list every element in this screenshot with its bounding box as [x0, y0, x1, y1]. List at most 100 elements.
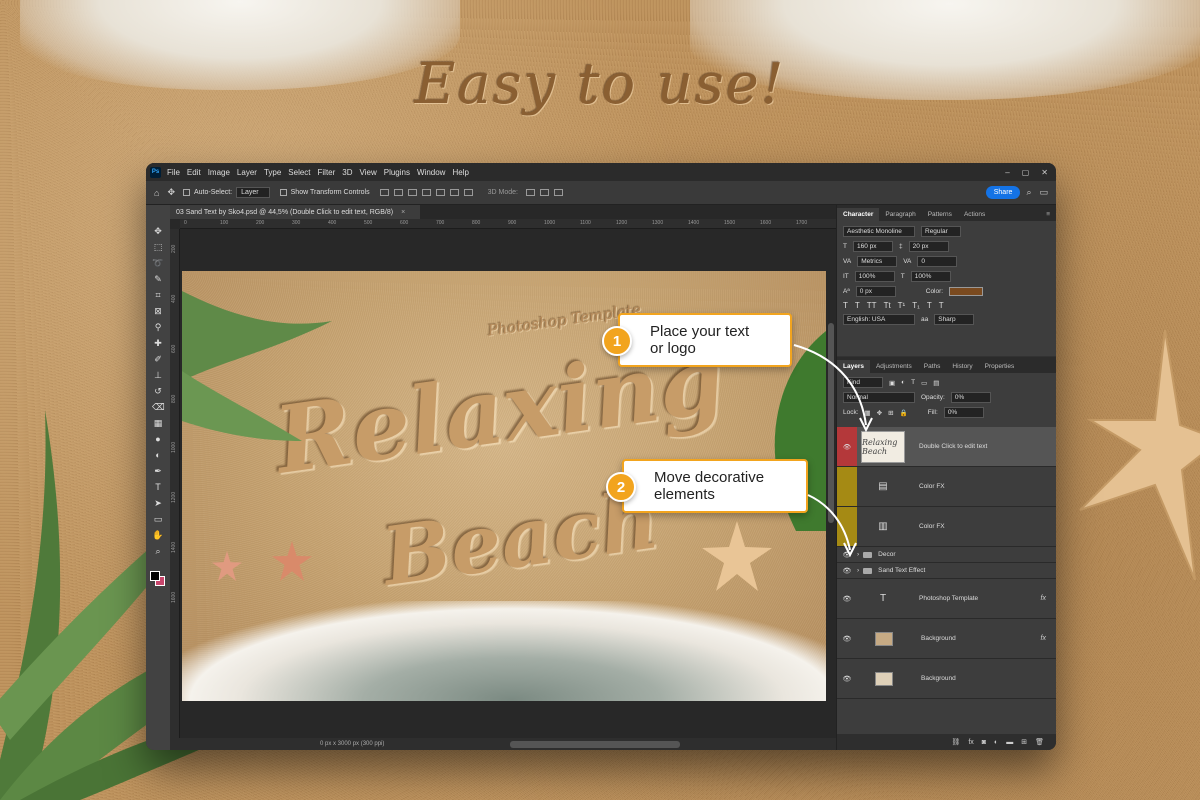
visibility-eye-icon[interactable] [837, 467, 857, 506]
layer-row[interactable]: 👁 T Photoshop Template fx [837, 579, 1056, 619]
menu-file[interactable]: File [167, 168, 180, 177]
filter-shape-icon[interactable]: ▭ [921, 379, 927, 387]
strikethrough-icon[interactable]: T [939, 301, 944, 310]
tab-layers[interactable]: Layers [837, 360, 870, 373]
auto-select-checkbox[interactable] [182, 189, 190, 196]
filter-adjust-icon[interactable]: ◐ [901, 379, 905, 386]
path-select-icon[interactable]: ➤ [152, 497, 164, 509]
lock-position-icon[interactable]: ✥ [877, 409, 882, 417]
healing-brush-icon[interactable]: ✚ [152, 337, 164, 349]
text-color-swatch[interactable] [949, 287, 984, 296]
tab-paths[interactable]: Paths [918, 360, 947, 373]
menu-plugins[interactable]: Plugins [384, 168, 410, 177]
faux-bold-icon[interactable]: T [843, 301, 848, 310]
adjustment-layer-icon[interactable]: ◐ [994, 739, 998, 746]
baseline-field[interactable]: 0 px [855, 286, 896, 297]
fill-field[interactable]: 0% [943, 407, 984, 418]
horizontal-scale-field[interactable]: 100% [910, 271, 951, 282]
layer-group-row[interactable]: 👁 › Sand Text Effect [837, 563, 1056, 579]
history-brush-icon[interactable]: ↺ [152, 385, 164, 397]
small-caps-icon[interactable]: Tt [884, 301, 891, 310]
eraser-icon[interactable]: ⌫ [152, 401, 165, 413]
layer-group-row[interactable]: 👁 › Decor [837, 547, 1056, 563]
leading-field[interactable]: 20 px [908, 241, 949, 252]
filter-smart-icon[interactable]: ▤ [933, 379, 939, 387]
brush-tool-icon[interactable]: ✐ [152, 353, 164, 365]
blend-mode-select[interactable]: Normal [843, 392, 915, 403]
hand-tool-icon[interactable]: ✋ [152, 529, 164, 541]
underline-icon[interactable]: T [927, 301, 932, 310]
layer-row[interactable]: ▤ Color FX [837, 467, 1056, 507]
fx-icon[interactable]: fx [1041, 595, 1046, 602]
chevron-right-icon[interactable]: › [857, 551, 859, 558]
menu-image[interactable]: Image [208, 168, 230, 177]
font-family-select[interactable]: Aesthetic Monoline [843, 226, 915, 237]
workspace-icon[interactable]: ▭ [1039, 187, 1048, 198]
move-tool-icon[interactable]: ✥ [152, 225, 164, 237]
tab-history[interactable]: History [946, 360, 978, 373]
type-tool-icon[interactable]: T [152, 481, 164, 493]
language-select[interactable]: English: USA [843, 314, 915, 325]
3d-roll-icon[interactable] [539, 189, 549, 196]
menu-window[interactable]: Window [417, 168, 445, 177]
menu-3d[interactable]: 3D [342, 168, 352, 177]
add-style-icon[interactable]: fx [968, 739, 973, 746]
tab-character[interactable]: Character [837, 208, 880, 221]
fx-icon[interactable]: fx [1041, 635, 1046, 642]
align-left-icon[interactable] [379, 189, 389, 196]
tab-patterns[interactable]: Patterns [922, 208, 958, 221]
transform-controls-checkbox[interactable] [279, 189, 287, 196]
align-bottom-icon[interactable] [449, 189, 459, 196]
superscript-icon[interactable]: T¹ [898, 301, 906, 310]
menu-filter[interactable]: Filter [318, 168, 336, 177]
new-layer-icon[interactable]: ⊞ [1021, 738, 1027, 746]
visibility-eye-icon[interactable] [837, 507, 857, 546]
menu-help[interactable]: Help [452, 168, 468, 177]
visibility-eye-icon[interactable]: 👁 [837, 567, 857, 575]
move-tool-icon[interactable]: ✥ [167, 187, 175, 198]
all-caps-icon[interactable]: TT [867, 301, 877, 310]
color-chips[interactable] [150, 571, 166, 587]
quick-select-icon[interactable]: ✎ [152, 273, 164, 285]
lock-artboard-icon[interactable]: ⊞ [888, 409, 893, 417]
blur-icon[interactable]: ● [152, 433, 164, 445]
share-button[interactable]: Share [985, 186, 1021, 199]
faux-italic-icon[interactable]: T [855, 301, 860, 310]
visibility-eye-icon[interactable]: 👁 [837, 595, 857, 603]
align-right-icon[interactable] [407, 189, 417, 196]
crop-tool-icon[interactable]: ⌗ [152, 289, 164, 301]
vertical-scrollbar[interactable] [828, 323, 834, 523]
filter-type-icon[interactable]: T [911, 379, 915, 386]
document-tab[interactable]: 03 Sand Text by Sko4.psd @ 44,5% (Double… [170, 205, 420, 219]
distribute-icon[interactable] [463, 189, 473, 196]
maximize-icon[interactable]: ▢ [1022, 168, 1030, 177]
minimize-icon[interactable]: – [1005, 168, 1009, 177]
chevron-right-icon[interactable]: › [857, 567, 859, 574]
search-icon[interactable]: ⌕ [1026, 187, 1031, 198]
layer-row[interactable]: 👁 Background [837, 659, 1056, 699]
home-icon[interactable]: ⌂ [154, 188, 159, 198]
font-size-field[interactable]: 160 px [852, 241, 893, 252]
align-center-icon[interactable] [393, 189, 403, 196]
tab-properties[interactable]: Properties [979, 360, 1021, 373]
lock-all-icon[interactable]: 🔒 [900, 409, 908, 417]
visibility-eye-icon[interactable]: 👁 [837, 551, 857, 559]
pen-tool-icon[interactable]: ✒ [152, 465, 164, 477]
subscript-icon[interactable]: T₁ [912, 301, 920, 310]
vertical-scale-field[interactable]: 100% [854, 271, 895, 282]
visibility-eye-icon[interactable]: 👁 [837, 635, 857, 643]
zoom-tool-icon[interactable]: ⌕ [152, 545, 164, 557]
gradient-icon[interactable]: ▦ [152, 417, 164, 429]
align-middle-icon[interactable] [435, 189, 445, 196]
visibility-eye-icon[interactable]: 👁 [837, 427, 857, 466]
stamp-tool-icon[interactable]: ⊥ [152, 369, 164, 381]
layer-row[interactable]: ▥ Color FX [837, 507, 1056, 547]
3d-orbit-icon[interactable] [525, 189, 535, 196]
tracking-field[interactable]: 0 [917, 256, 958, 267]
tab-paragraph[interactable]: Paragraph [879, 208, 921, 221]
tab-adjustments[interactable]: Adjustments [870, 360, 918, 373]
opacity-field[interactable]: 0% [950, 392, 991, 403]
layer-filter-select[interactable]: Kind [843, 377, 883, 388]
marquee-tool-icon[interactable]: ⬚ [152, 241, 164, 253]
tab-actions[interactable]: Actions [958, 208, 991, 221]
